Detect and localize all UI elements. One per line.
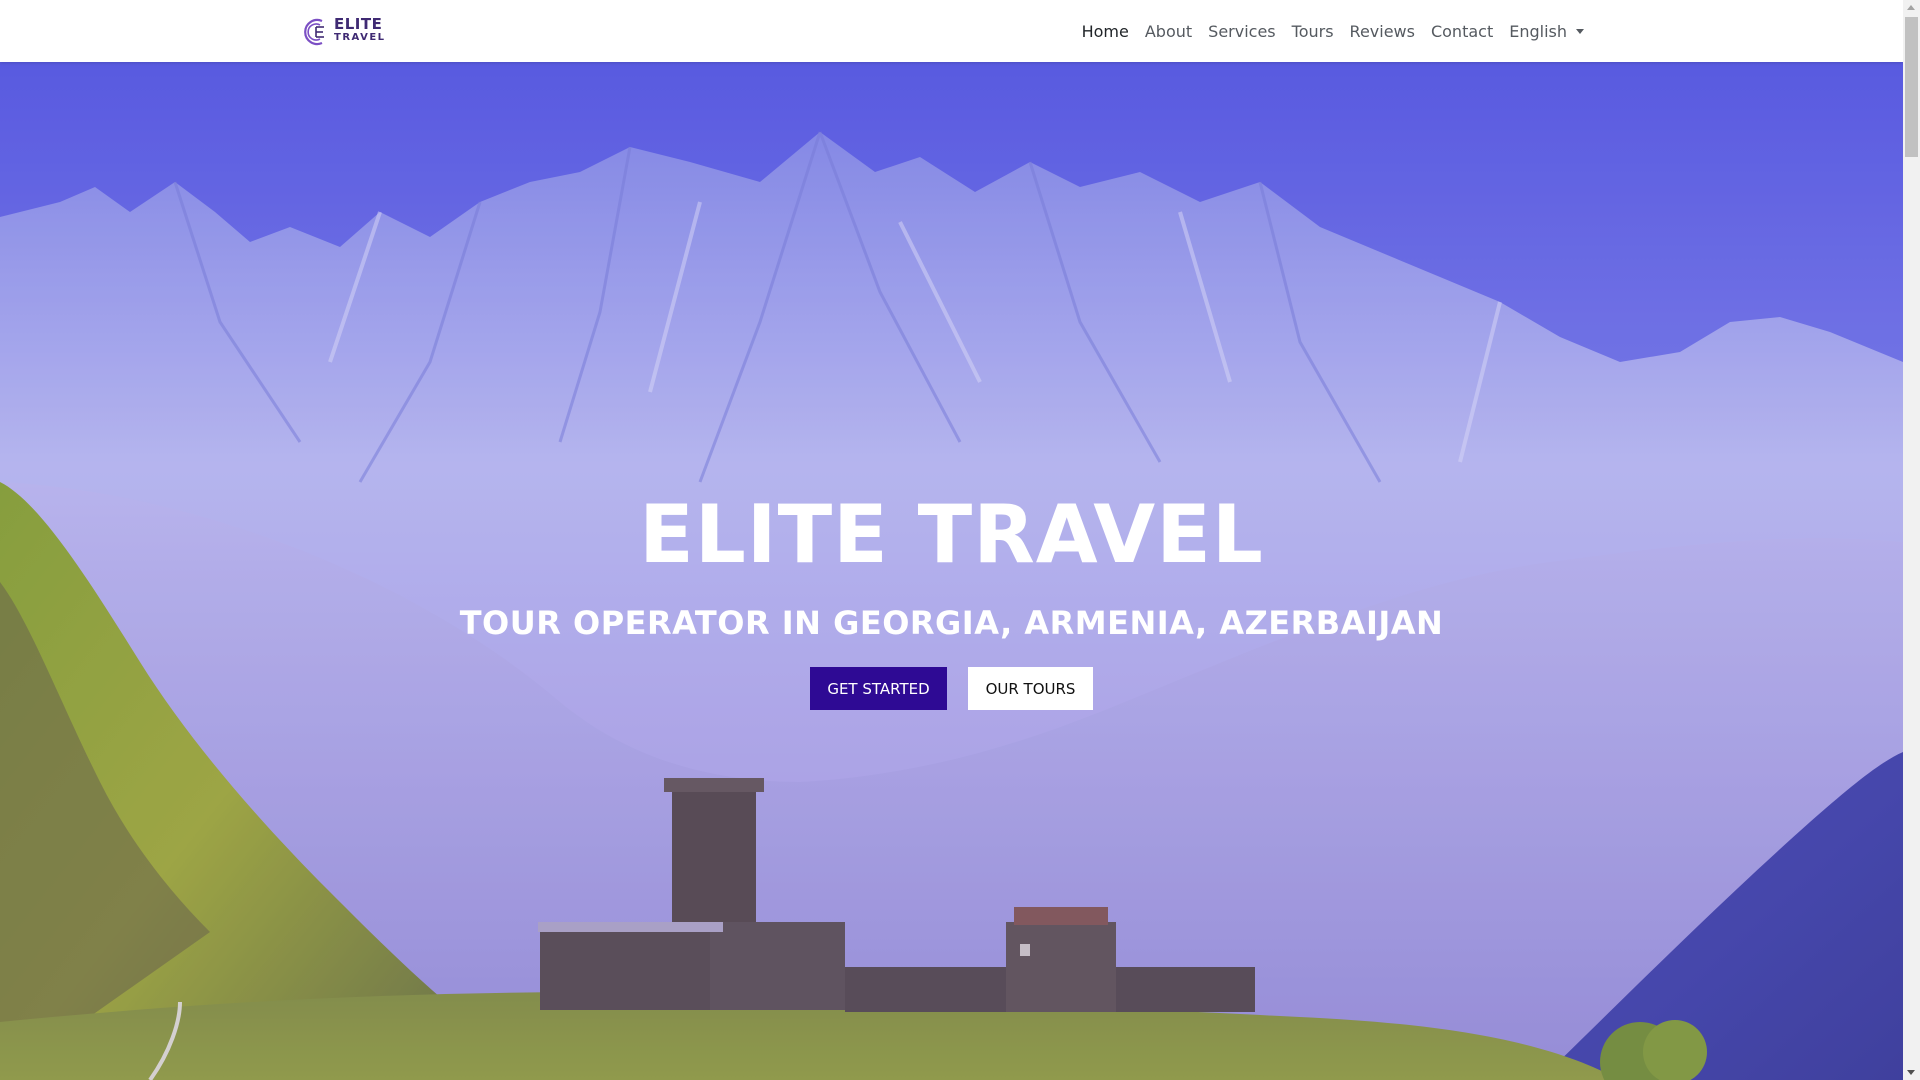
hero-section: ELITE TRAVEL TOUR OPERATOR IN GEORGIA, A… [0,62,1903,1080]
main-nav: Home About Services Tours Reviews Contac… [1074,0,1592,62]
page: ELITE TRAVEL Home About Services Tours R… [0,0,1903,1080]
brand-tagline-mark [334,44,386,47]
nav-item-about[interactable]: About [1137,22,1200,41]
page-scrollbar[interactable] [1903,0,1920,1080]
caret-down-icon [1576,28,1584,34]
brand-name-line1: ELITE [334,15,383,33]
scroll-up-icon[interactable] [1907,5,1915,10]
brand-text: ELITE TRAVEL [334,17,386,47]
scroll-down-icon[interactable] [1907,1070,1915,1075]
nav-item-home[interactable]: Home [1074,22,1137,41]
language-dropdown[interactable]: English [1501,22,1592,41]
brand-name-line2: TRAVEL [334,32,386,43]
hero-title: ELITE TRAVEL [639,488,1264,581]
nav-item-tours[interactable]: Tours [1284,22,1342,41]
nav-item-services[interactable]: Services [1200,22,1283,41]
language-label: English [1509,21,1567,41]
elite-travel-logo-icon [302,15,330,49]
scrollbar-thumb[interactable] [1905,17,1918,157]
brand-logo[interactable]: ELITE TRAVEL [302,14,386,50]
hero-subtitle: TOUR OPERATOR IN GEORGIA, ARMENIA, AZERB… [459,604,1444,642]
nav-item-reviews[interactable]: Reviews [1342,22,1423,41]
our-tours-button[interactable]: OUR TOURS [968,667,1093,710]
navbar: ELITE TRAVEL Home About Services Tours R… [0,0,1903,62]
nav-item-contact[interactable]: Contact [1423,22,1501,41]
get-started-button[interactable]: GET STARTED [810,667,947,710]
